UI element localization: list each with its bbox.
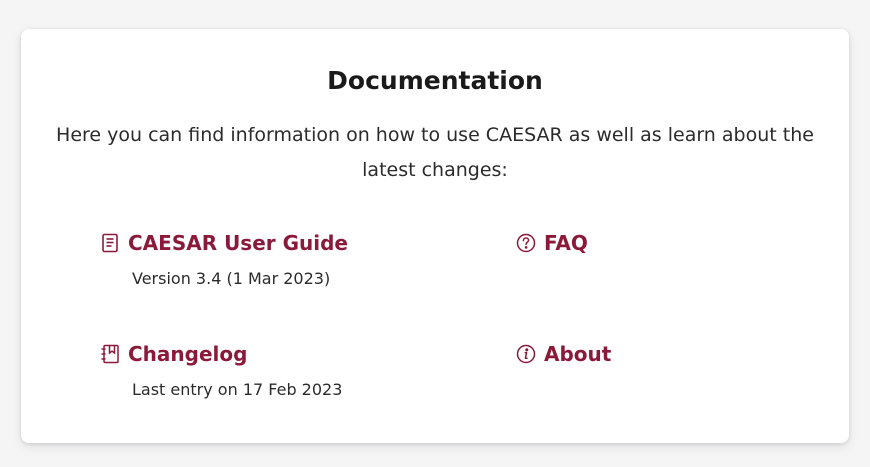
changelog-label: Changelog	[128, 342, 248, 366]
user-guide-link[interactable]: CAESAR User Guide	[99, 231, 348, 255]
faq-label: FAQ	[544, 231, 588, 255]
changelog-last-entry: Last entry on 17 Feb 2023	[132, 380, 343, 399]
faq-block: FAQ	[515, 231, 588, 255]
about-label: About	[544, 342, 612, 366]
faq-link[interactable]: FAQ	[515, 231, 588, 255]
about-link[interactable]: About	[515, 342, 611, 366]
info-circle-icon	[515, 343, 537, 365]
changelog-block: Changelog Last entry on 17 Feb 2023	[99, 342, 342, 399]
user-guide-version: Version 3.4 (1 Mar 2023)	[132, 269, 331, 288]
document-icon	[99, 232, 121, 254]
card-title: Documentation	[327, 66, 543, 95]
about-block: About	[515, 342, 611, 366]
user-guide-label: CAESAR User Guide	[128, 231, 348, 255]
question-circle-icon	[515, 232, 537, 254]
changelog-link[interactable]: Changelog	[99, 342, 342, 366]
user-guide-block: CAESAR User Guide Version 3.4 (1 Mar 202…	[99, 231, 348, 288]
documentation-card: Documentation Here you can find informat…	[21, 29, 849, 443]
card-intro-text: Here you can find information on how to …	[56, 124, 814, 181]
notebook-icon	[99, 343, 121, 365]
